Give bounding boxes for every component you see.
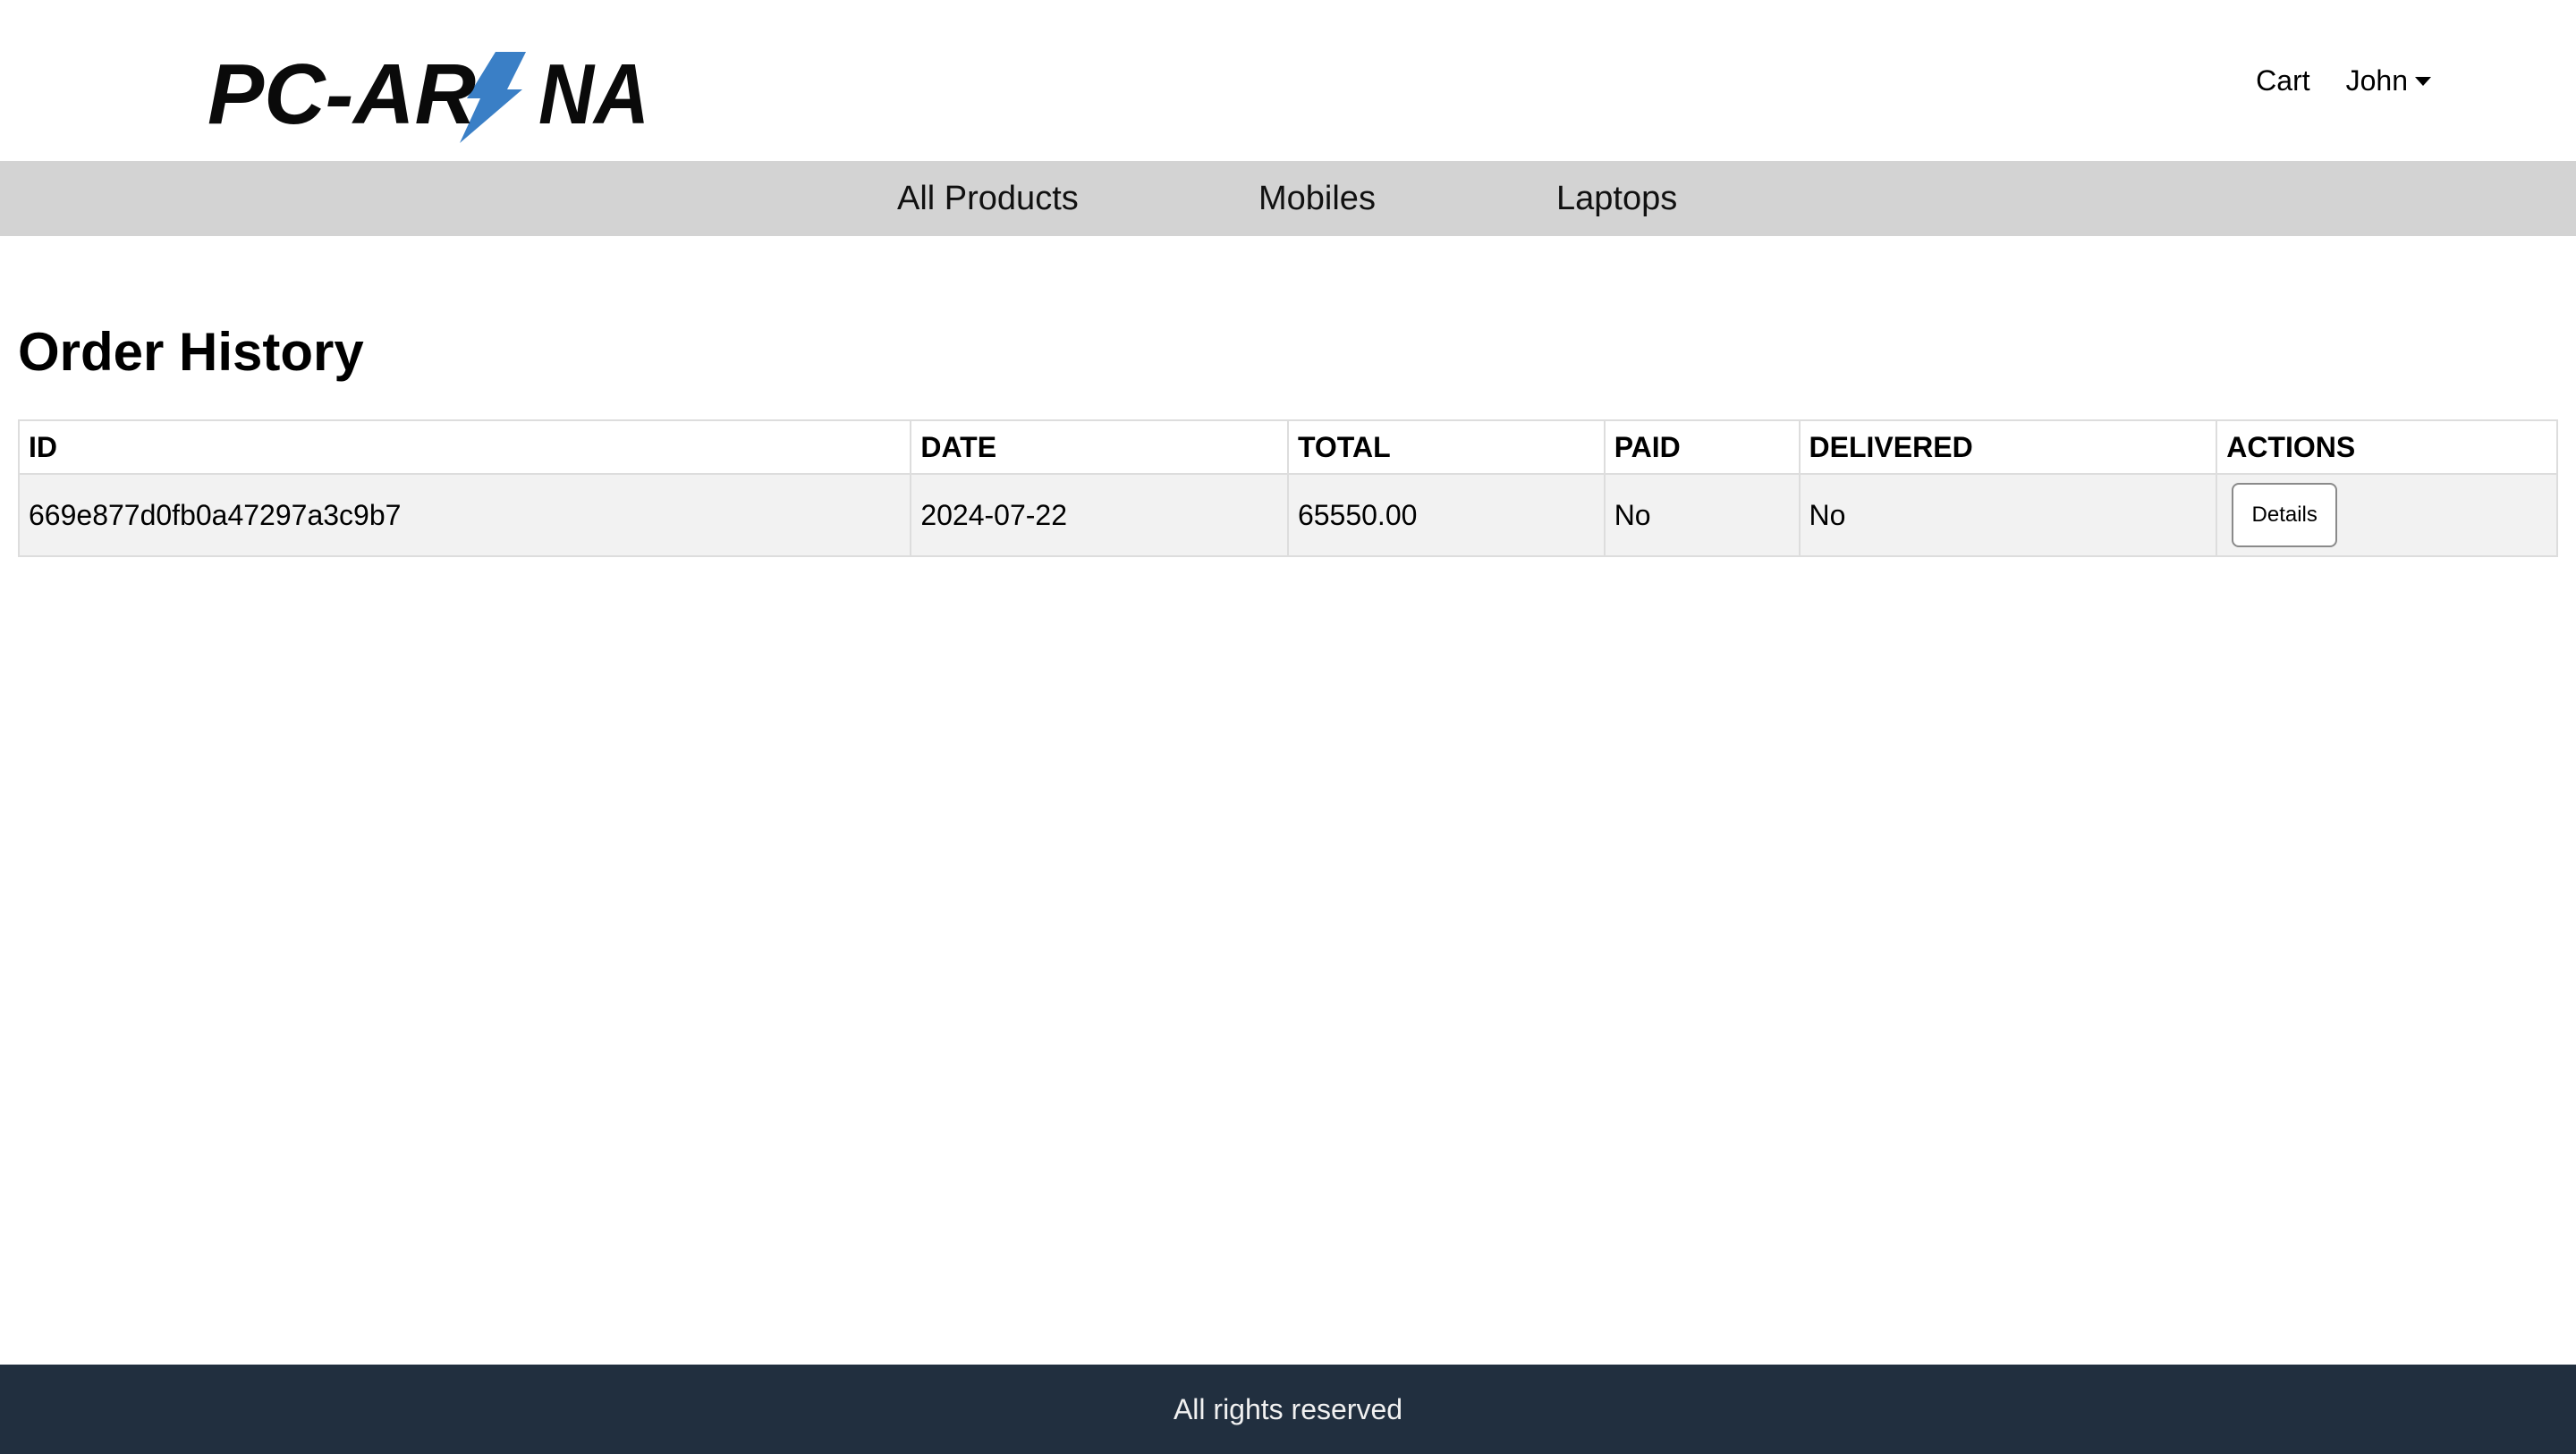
order-history-table: ID DATE TOTAL PAID DELIVERED ACTIONS 669… bbox=[17, 419, 2558, 557]
column-header-total: TOTAL bbox=[1286, 419, 1606, 475]
column-header-date: DATE bbox=[910, 419, 1289, 475]
order-id-cell: 669e877d0fb0a47297a3c9b7 bbox=[17, 473, 912, 557]
column-header-actions: ACTIONS bbox=[2216, 419, 2558, 475]
svg-text:PC-AR: PC-AR bbox=[208, 46, 476, 142]
order-date-cell: 2024-07-22 bbox=[910, 473, 1289, 557]
order-delivered-cell: No bbox=[1798, 473, 2218, 557]
order-actions-cell: Details bbox=[2216, 473, 2558, 557]
column-header-delivered: DELIVERED bbox=[1798, 419, 2218, 475]
nav-item-all-products[interactable]: All Products bbox=[897, 161, 1079, 236]
table-row: 669e877d0fb0a47297a3c9b7 2024-07-22 6555… bbox=[17, 473, 2558, 557]
caret-down-icon bbox=[2415, 77, 2431, 86]
cart-link[interactable]: Cart bbox=[2256, 64, 2309, 97]
column-header-paid: PAID bbox=[1603, 419, 1801, 475]
nav-item-mobiles[interactable]: Mobiles bbox=[1258, 161, 1376, 236]
footer-text: All rights reserved bbox=[1173, 1393, 1403, 1425]
user-name: John bbox=[2345, 63, 2408, 97]
user-menu-dropdown[interactable]: John bbox=[2346, 64, 2431, 97]
header-links: Cart John bbox=[2256, 59, 2431, 102]
details-button[interactable]: Details bbox=[2232, 483, 2338, 547]
nav-item-laptops[interactable]: Laptops bbox=[1556, 161, 1677, 236]
category-nav: All Products Mobiles Laptops bbox=[0, 161, 2576, 236]
site-footer: All rights reserved bbox=[0, 1365, 2576, 1454]
svg-text:NA: NA bbox=[538, 46, 649, 142]
site-header: PC-AR NA Cart John bbox=[0, 0, 2576, 161]
order-paid-cell: No bbox=[1603, 473, 1801, 557]
order-total-cell: 65550.00 bbox=[1286, 473, 1606, 557]
column-header-id: ID bbox=[17, 419, 912, 475]
page-title: Order History bbox=[18, 322, 364, 382]
table-header-row: ID DATE TOTAL PAID DELIVERED ACTIONS bbox=[17, 419, 2558, 475]
pc-arena-logo[interactable]: PC-AR NA bbox=[208, 43, 649, 143]
